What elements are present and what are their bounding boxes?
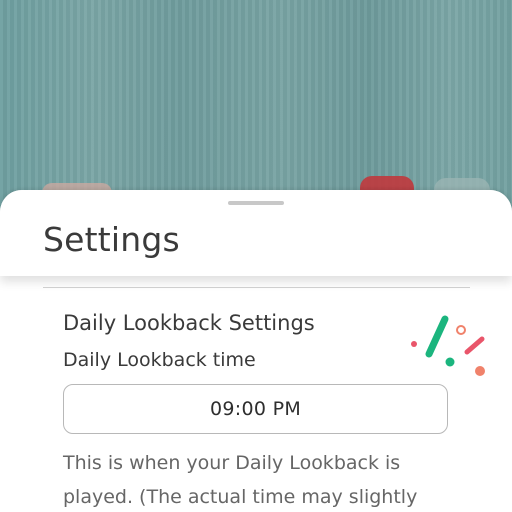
time-value: 09:00 PM: [209, 398, 302, 420]
confetti-green-dot: [445, 357, 455, 367]
confetti-icon: [411, 315, 485, 376]
time-label: Daily Lookback time: [63, 349, 256, 371]
confetti-red-stroke: [464, 336, 485, 355]
settings-sheet: Settings Daily Lookback Settings Daily L…: [0, 190, 512, 512]
section-heading: Daily Lookback Settings: [63, 311, 315, 335]
page-title: Settings: [43, 220, 180, 259]
help-text: This is when your Daily Lookback is play…: [63, 452, 418, 508]
divider: [43, 287, 470, 288]
confetti-coral-dot: [475, 366, 485, 376]
app-screen: Settings Daily Lookback Settings Daily L…: [0, 0, 512, 512]
confetti-red-dot: [411, 341, 417, 347]
drag-handle[interactable]: [228, 201, 284, 205]
time-picker-field[interactable]: 09:00 PM: [63, 384, 448, 434]
confetti-green-stroke: [425, 315, 449, 358]
sheet-header: Settings: [0, 190, 512, 276]
confetti-coral-ring: [456, 325, 466, 335]
